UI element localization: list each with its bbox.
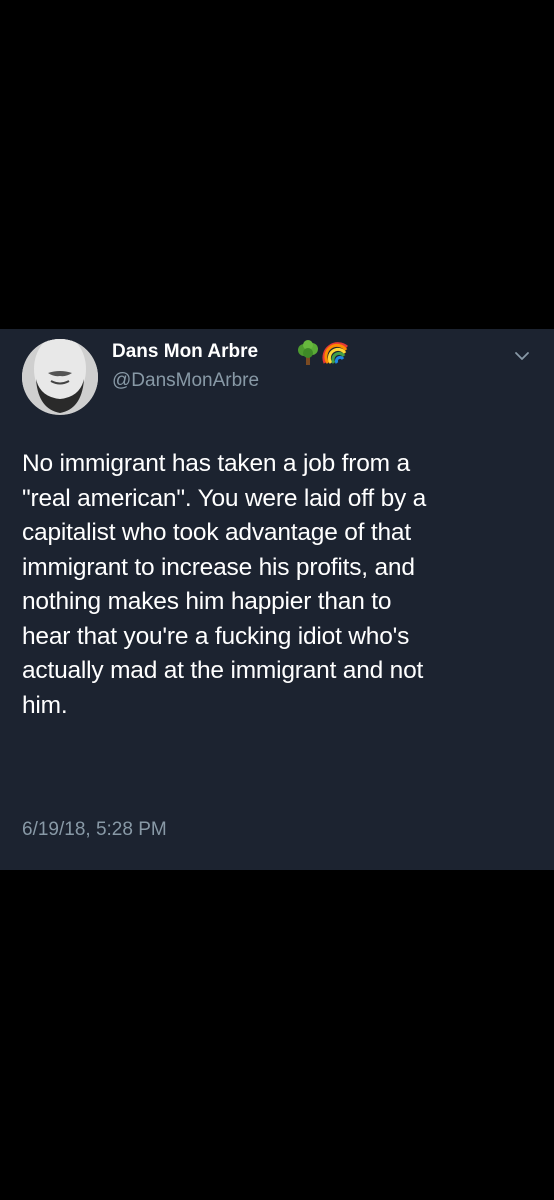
rainbow-emoji-icon bbox=[322, 339, 350, 367]
tree-emoji-icon bbox=[294, 339, 322, 367]
tweet-text-line: No immigrant has taken a job from a bbox=[22, 450, 410, 477]
tweet-text-line: "real american". You were laid off by a bbox=[22, 484, 427, 512]
tweet-text: No immigrant has taken a job from a "rea… bbox=[22, 447, 542, 723]
chevron-down-icon[interactable] bbox=[512, 349, 532, 363]
tweet-text-line: immigrant to increase his profits, and bbox=[22, 553, 415, 581]
tweet-text-line: nothing makes him happier than to bbox=[22, 588, 392, 615]
tweet-text-line: capitalist who took advantage of that bbox=[22, 519, 411, 546]
avatar[interactable] bbox=[22, 339, 98, 415]
display-name[interactable]: Dans Mon Arbre bbox=[112, 341, 258, 363]
tweet-text-line: actually mad at the immigrant and not bbox=[22, 657, 424, 684]
tweet-card[interactable]: Dans Mon Arbre @DansMonArbre No immigran… bbox=[0, 329, 554, 870]
user-handle[interactable]: @DansMonArbre bbox=[112, 370, 259, 392]
tweet-timestamp[interactable]: 6/19/18, 5:28 PM bbox=[22, 819, 167, 841]
tweet-text-line: hear that you're a fucking idiot who's bbox=[22, 622, 410, 650]
tweet-text-line: him. bbox=[22, 691, 68, 719]
screenshot-page: Dans Mon Arbre @DansMonArbre No immigran… bbox=[0, 0, 554, 1200]
avatar-image bbox=[22, 339, 98, 415]
